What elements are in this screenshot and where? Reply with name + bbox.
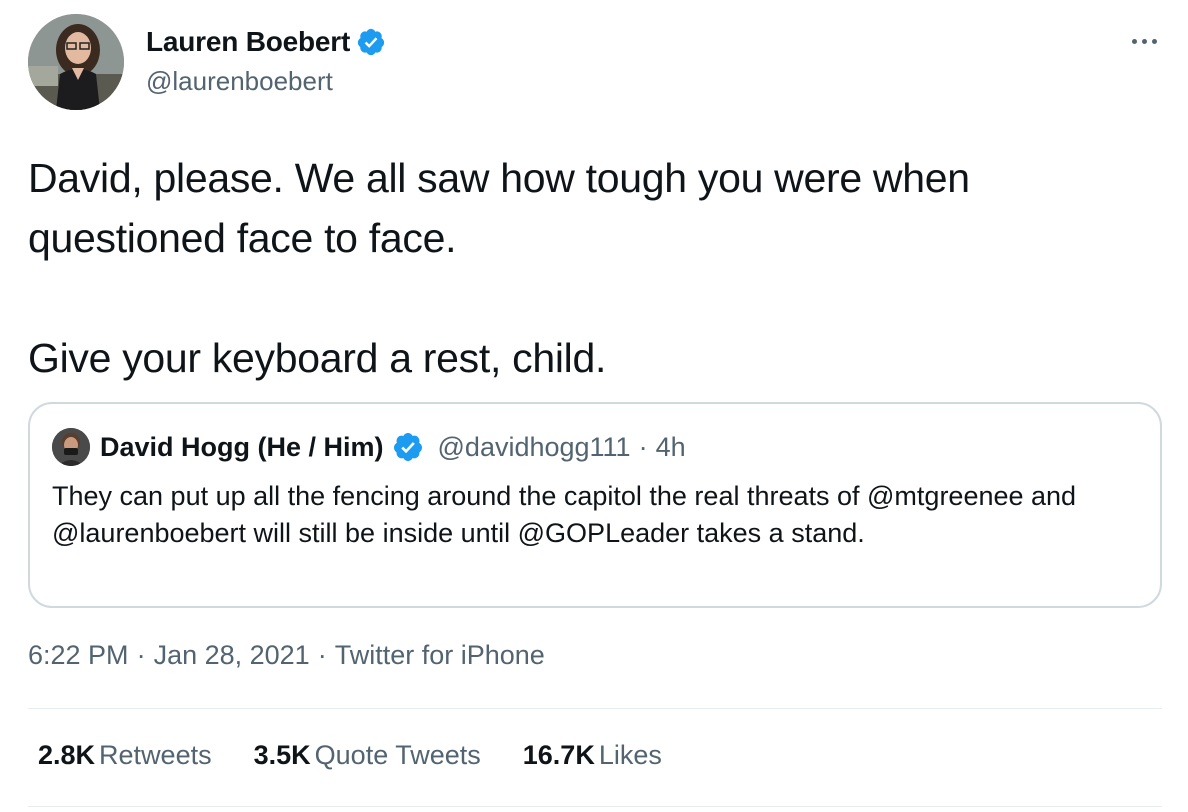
more-dot — [1131, 38, 1137, 44]
tweet-body: David, please. We all saw how tough you … — [28, 148, 1148, 388]
quoted-tweet[interactable]: David Hogg (He / Him) @davidhogg111 · 4h… — [28, 402, 1162, 608]
more-dot — [1141, 38, 1147, 44]
tweet-stats: 2.8K Retweets 3.5K Quote Tweets 16.7K Likes — [38, 740, 662, 771]
meta-separator: · — [136, 640, 146, 670]
quoted-author-avatar[interactable] — [52, 428, 90, 466]
tweet-meta: 6:22 PM · Jan 28, 2021 · Twitter for iPhone — [28, 640, 545, 671]
tweet-date[interactable]: Jan 28, 2021 — [154, 640, 310, 670]
author-avatar[interactable] — [28, 14, 124, 110]
quote-tweets-label: Quote Tweets — [314, 740, 481, 770]
quoted-separator: · — [638, 431, 648, 462]
verified-badge-icon — [356, 27, 386, 57]
quote-tweets-stat[interactable]: 3.5K Quote Tweets — [254, 740, 481, 771]
quoted-time: 4h — [655, 431, 686, 462]
author-name-row: Lauren Boebert — [146, 26, 386, 58]
quoted-handle: @davidhogg111 — [437, 431, 631, 462]
more-options-icon[interactable] — [1124, 26, 1164, 56]
quote-tweets-count: 3.5K — [253, 740, 311, 770]
tweet-card: Lauren Boebert @laurenboebert David, ple… — [0, 0, 1188, 812]
retweets-count: 2.8K — [38, 740, 96, 770]
tweet-time[interactable]: 6:22 PM — [28, 640, 129, 670]
retweets-label: Retweets — [99, 740, 212, 770]
author-display-name[interactable]: Lauren Boebert — [146, 26, 350, 58]
quoted-text: They can put up all the fencing around t… — [52, 481, 1077, 548]
likes-label: Likes — [598, 740, 662, 770]
more-dot — [1151, 38, 1157, 44]
verified-badge-icon — [392, 431, 424, 463]
meta-separator: · — [317, 640, 327, 670]
quoted-display-name: David Hogg (He / Him) — [100, 431, 384, 462]
retweets-stat[interactable]: 2.8K Retweets — [38, 740, 212, 771]
quoted-avatar-image — [52, 428, 90, 466]
tweet-source-link[interactable]: Twitter for iPhone — [335, 640, 545, 670]
author-avatar-image — [28, 14, 124, 110]
likes-count: 16.7K — [522, 740, 595, 770]
quoted-header: David Hogg (He / Him) @davidhogg111 · 4h — [100, 428, 686, 466]
tweet-body-line: David, please. We all saw how tough you … — [28, 155, 970, 261]
tweet-body-line: Give your keyboard a rest, child. — [28, 335, 607, 381]
author-handle[interactable]: @laurenboebert — [146, 66, 333, 97]
divider — [28, 806, 1162, 807]
likes-stat[interactable]: 16.7K Likes — [523, 740, 662, 771]
divider — [28, 708, 1162, 709]
